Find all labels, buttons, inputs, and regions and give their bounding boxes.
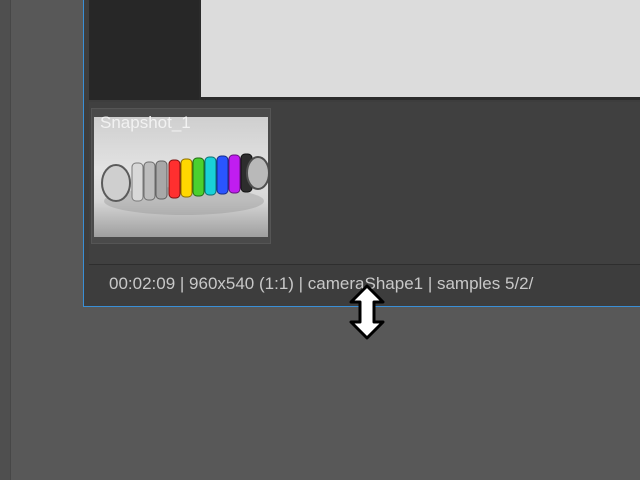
snapshot-render-preview (101, 153, 268, 215)
snapshot-label: Snapshot_1 (100, 113, 191, 132)
render-view-dark-region (89, 0, 199, 100)
snapshot-thumbnail[interactable]: Snapshot_1 (91, 108, 271, 244)
render-view[interactable] (199, 0, 640, 100)
snapshot-thumbnail-image (94, 117, 268, 237)
vertical-resize-cursor-icon (349, 284, 385, 340)
snapshot-strip[interactable]: Snapshot_1 (89, 102, 640, 265)
left-panel-strip (0, 0, 11, 480)
render-status-bar: 00:02:09 | 960x540 (1:1) | cameraShape1 … (109, 274, 534, 293)
render-image (201, 0, 640, 97)
render-view-window[interactable]: Snapshot_1 00:02:09 | 960x540 (1:1) | ca… (83, 0, 640, 307)
